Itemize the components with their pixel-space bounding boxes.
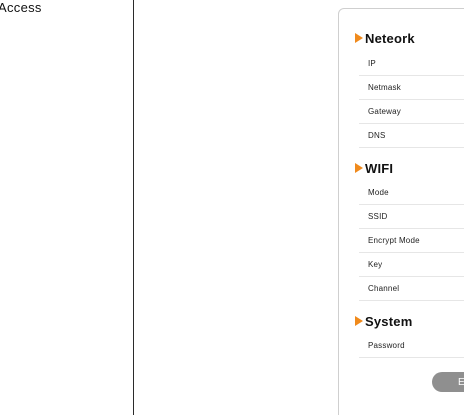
field-label-ip: IP <box>368 59 376 68</box>
field-label-gateway: Gateway <box>368 107 401 116</box>
triangle-right-icon <box>355 163 363 173</box>
triangle-right-icon <box>355 33 363 43</box>
field-row-key[interactable]: Key <box>359 253 464 277</box>
field-label-channel: Channel <box>368 284 400 293</box>
sidebar-item-access[interactable]: Access <box>0 0 42 16</box>
sidebar: Access <box>0 0 134 415</box>
app-root: Access Neteork IP Netmask Gateway DNS WI… <box>0 0 464 415</box>
field-label-ssid: SSID <box>368 212 388 221</box>
field-row-mode[interactable]: Mode <box>359 181 464 205</box>
edit-button[interactable]: E <box>432 372 464 392</box>
field-row-channel[interactable]: Channel <box>359 277 464 301</box>
section-system-label: System <box>365 313 413 329</box>
field-label-dns: DNS <box>368 131 386 140</box>
field-row-ip[interactable]: IP <box>359 52 464 76</box>
field-label-password: Password <box>368 341 405 350</box>
field-row-encrypt-mode[interactable]: Encrypt Mode <box>359 229 464 253</box>
section-network-label: Neteork <box>365 30 415 46</box>
field-label-netmask: Netmask <box>368 83 401 92</box>
section-system-title: System <box>355 312 412 330</box>
field-label-key: Key <box>368 260 383 269</box>
field-row-ssid[interactable]: SSID <box>359 205 464 229</box>
section-wifi-title: WIFI <box>355 159 393 177</box>
triangle-right-icon <box>355 316 363 326</box>
settings-card: Neteork IP Netmask Gateway DNS WIFI Mode… <box>338 8 464 415</box>
field-row-gateway[interactable]: Gateway <box>359 100 464 124</box>
field-row-password[interactable]: Password <box>359 334 464 358</box>
field-row-dns[interactable]: DNS <box>359 124 464 148</box>
field-label-mode: Mode <box>368 188 389 197</box>
section-wifi-label: WIFI <box>365 160 394 176</box>
field-row-netmask[interactable]: Netmask <box>359 76 464 100</box>
field-label-encrypt-mode: Encrypt Mode <box>368 236 420 245</box>
section-network-title: Neteork <box>355 29 415 47</box>
